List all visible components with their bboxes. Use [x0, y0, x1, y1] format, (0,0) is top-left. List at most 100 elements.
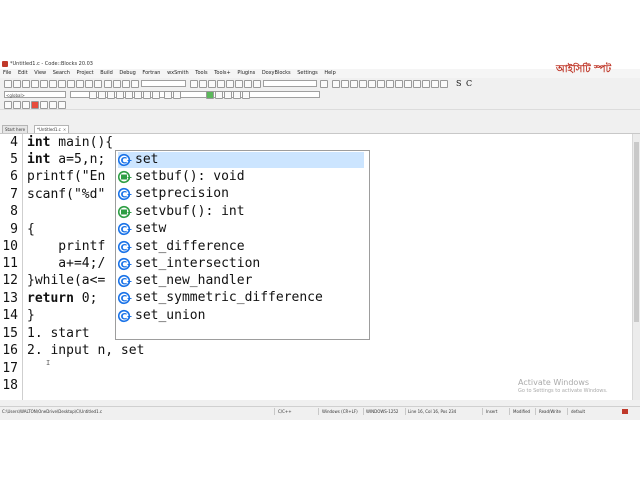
menu-fortran[interactable]: Fortran	[140, 69, 162, 78]
target-icon[interactable]	[242, 91, 250, 99]
menu-edit[interactable]: Edit	[16, 69, 30, 78]
comment-icon[interactable]	[116, 91, 124, 99]
menu-help[interactable]: Help	[322, 69, 337, 78]
status-separator	[405, 408, 406, 415]
doxy-run-icon[interactable]	[404, 80, 412, 88]
autocomplete-item[interactable]: setvbuf(): int	[118, 204, 364, 220]
copy-icon[interactable]	[67, 80, 75, 88]
save-all-icon[interactable]	[31, 80, 39, 88]
code-text: {	[27, 222, 35, 237]
menu-project[interactable]: Project	[75, 69, 96, 78]
autocomplete-item[interactable]: C set_symmetric_difference	[118, 290, 364, 306]
clean-icon[interactable]	[233, 91, 241, 99]
highlight-icon[interactable]	[107, 91, 115, 99]
jump-back-icon[interactable]	[89, 91, 97, 99]
doxy-config-icon[interactable]	[431, 80, 439, 88]
unindent-icon[interactable]	[152, 91, 160, 99]
indent-icon[interactable]	[143, 91, 151, 99]
menu-tools[interactable]: Tools	[193, 69, 209, 78]
rebuild-icon[interactable]	[215, 91, 223, 99]
doxy-extract-icon[interactable]	[395, 80, 403, 88]
debug-icon[interactable]	[190, 80, 198, 88]
jump-forward-icon[interactable]	[98, 91, 106, 99]
doxy-line-icon[interactable]	[377, 80, 385, 88]
next-line-icon[interactable]	[208, 80, 216, 88]
undo-icon[interactable]	[40, 80, 48, 88]
abort-icon[interactable]	[224, 91, 232, 99]
bookmark-clear-icon[interactable]	[359, 80, 367, 88]
search-combo[interactable]	[263, 80, 317, 87]
scrollbar-thumb[interactable]	[634, 142, 639, 322]
stack-icon[interactable]	[22, 101, 30, 109]
bookmark-icon[interactable]	[332, 80, 340, 88]
zoom-in-icon[interactable]	[164, 91, 172, 99]
status-separator	[535, 408, 536, 415]
cut-icon[interactable]	[58, 80, 66, 88]
uncomment-icon[interactable]	[125, 91, 133, 99]
info-icon[interactable]	[253, 80, 261, 88]
autocomplete-item[interactable]: C setw	[118, 221, 364, 237]
find-next-icon[interactable]	[320, 80, 328, 88]
run-to-cursor-icon[interactable]	[199, 80, 207, 88]
autocomplete-item[interactable]: C setprecision	[118, 186, 364, 202]
menu-tools-plus[interactable]: Tools+	[212, 69, 233, 78]
run-program-icon[interactable]	[206, 91, 214, 99]
menu-plugins[interactable]: Plugins	[235, 69, 257, 78]
autocomplete-item[interactable]: setbuf(): void	[118, 169, 364, 185]
cpu-icon[interactable]	[40, 101, 48, 109]
watch-icon[interactable]	[13, 101, 21, 109]
debug-window-icon[interactable]	[244, 80, 252, 88]
tab-untitled1[interactable]: *Untitled1.c ✕	[34, 125, 70, 133]
paste-icon[interactable]	[76, 80, 84, 88]
redo-icon[interactable]	[49, 80, 57, 88]
stop-debug-icon[interactable]	[235, 80, 243, 88]
build-icon[interactable]	[113, 80, 121, 88]
step-into-icon[interactable]	[217, 80, 225, 88]
symbol-c-button[interactable]: C	[466, 79, 472, 88]
menu-doxyblocks[interactable]: DoxyBlocks	[260, 69, 293, 78]
find-icon[interactable]	[85, 80, 93, 88]
menu-search[interactable]: Search	[51, 69, 72, 78]
doxy-settings-icon[interactable]	[440, 80, 448, 88]
symbol-s-button[interactable]: S	[456, 79, 461, 88]
build-target-combo[interactable]	[141, 80, 186, 87]
menu-settings[interactable]: Settings	[295, 69, 320, 78]
autocomplete-item[interactable]: C set_union	[118, 308, 364, 324]
vertical-scrollbar[interactable]	[632, 134, 640, 400]
replace-icon[interactable]	[94, 80, 102, 88]
class-icon: C	[118, 153, 132, 166]
save-icon[interactable]	[22, 80, 30, 88]
autocomplete-item[interactable]: C set	[118, 152, 364, 168]
settings-icon[interactable]	[104, 80, 112, 88]
open-file-icon[interactable]	[13, 80, 21, 88]
menu-build[interactable]: Build	[98, 69, 115, 78]
close-tab-icon[interactable]: ✕	[63, 127, 66, 132]
stop-icon[interactable]	[31, 101, 39, 109]
menu-debug[interactable]: Debug	[117, 69, 137, 78]
new-file-icon[interactable]	[4, 80, 12, 88]
build-run-icon[interactable]	[131, 80, 139, 88]
class-icon: C	[118, 187, 132, 200]
doxy-chm-icon[interactable]	[422, 80, 430, 88]
doxy-wizard-icon[interactable]	[386, 80, 394, 88]
menu-view[interactable]: View	[32, 69, 48, 78]
step-out-icon[interactable]	[226, 80, 234, 88]
run-icon[interactable]	[122, 80, 130, 88]
doxy-html-icon[interactable]	[413, 80, 421, 88]
menu-file[interactable]: File	[1, 69, 13, 78]
memory-icon[interactable]	[58, 101, 66, 109]
tab-start-here[interactable]: Start here	[2, 125, 29, 133]
autocomplete-item[interactable]: C set_intersection	[118, 256, 364, 272]
toggle-comment-icon[interactable]	[134, 91, 142, 99]
zoom-out-icon[interactable]	[173, 91, 181, 99]
bookmark-prev-icon[interactable]	[341, 80, 349, 88]
breakpoint-icon[interactable]	[4, 101, 12, 109]
autocomplete-item[interactable]: C set_difference	[118, 239, 364, 255]
menu-wxsmith[interactable]: wxSmith	[165, 69, 191, 78]
autocomplete-label: set_intersection	[135, 256, 261, 271]
scope-combo[interactable]: <global>	[4, 91, 66, 98]
threads-icon[interactable]	[49, 101, 57, 109]
autocomplete-item[interactable]: C set_new_handler	[118, 273, 364, 289]
doxy-block-icon[interactable]	[368, 80, 376, 88]
bookmark-next-icon[interactable]	[350, 80, 358, 88]
